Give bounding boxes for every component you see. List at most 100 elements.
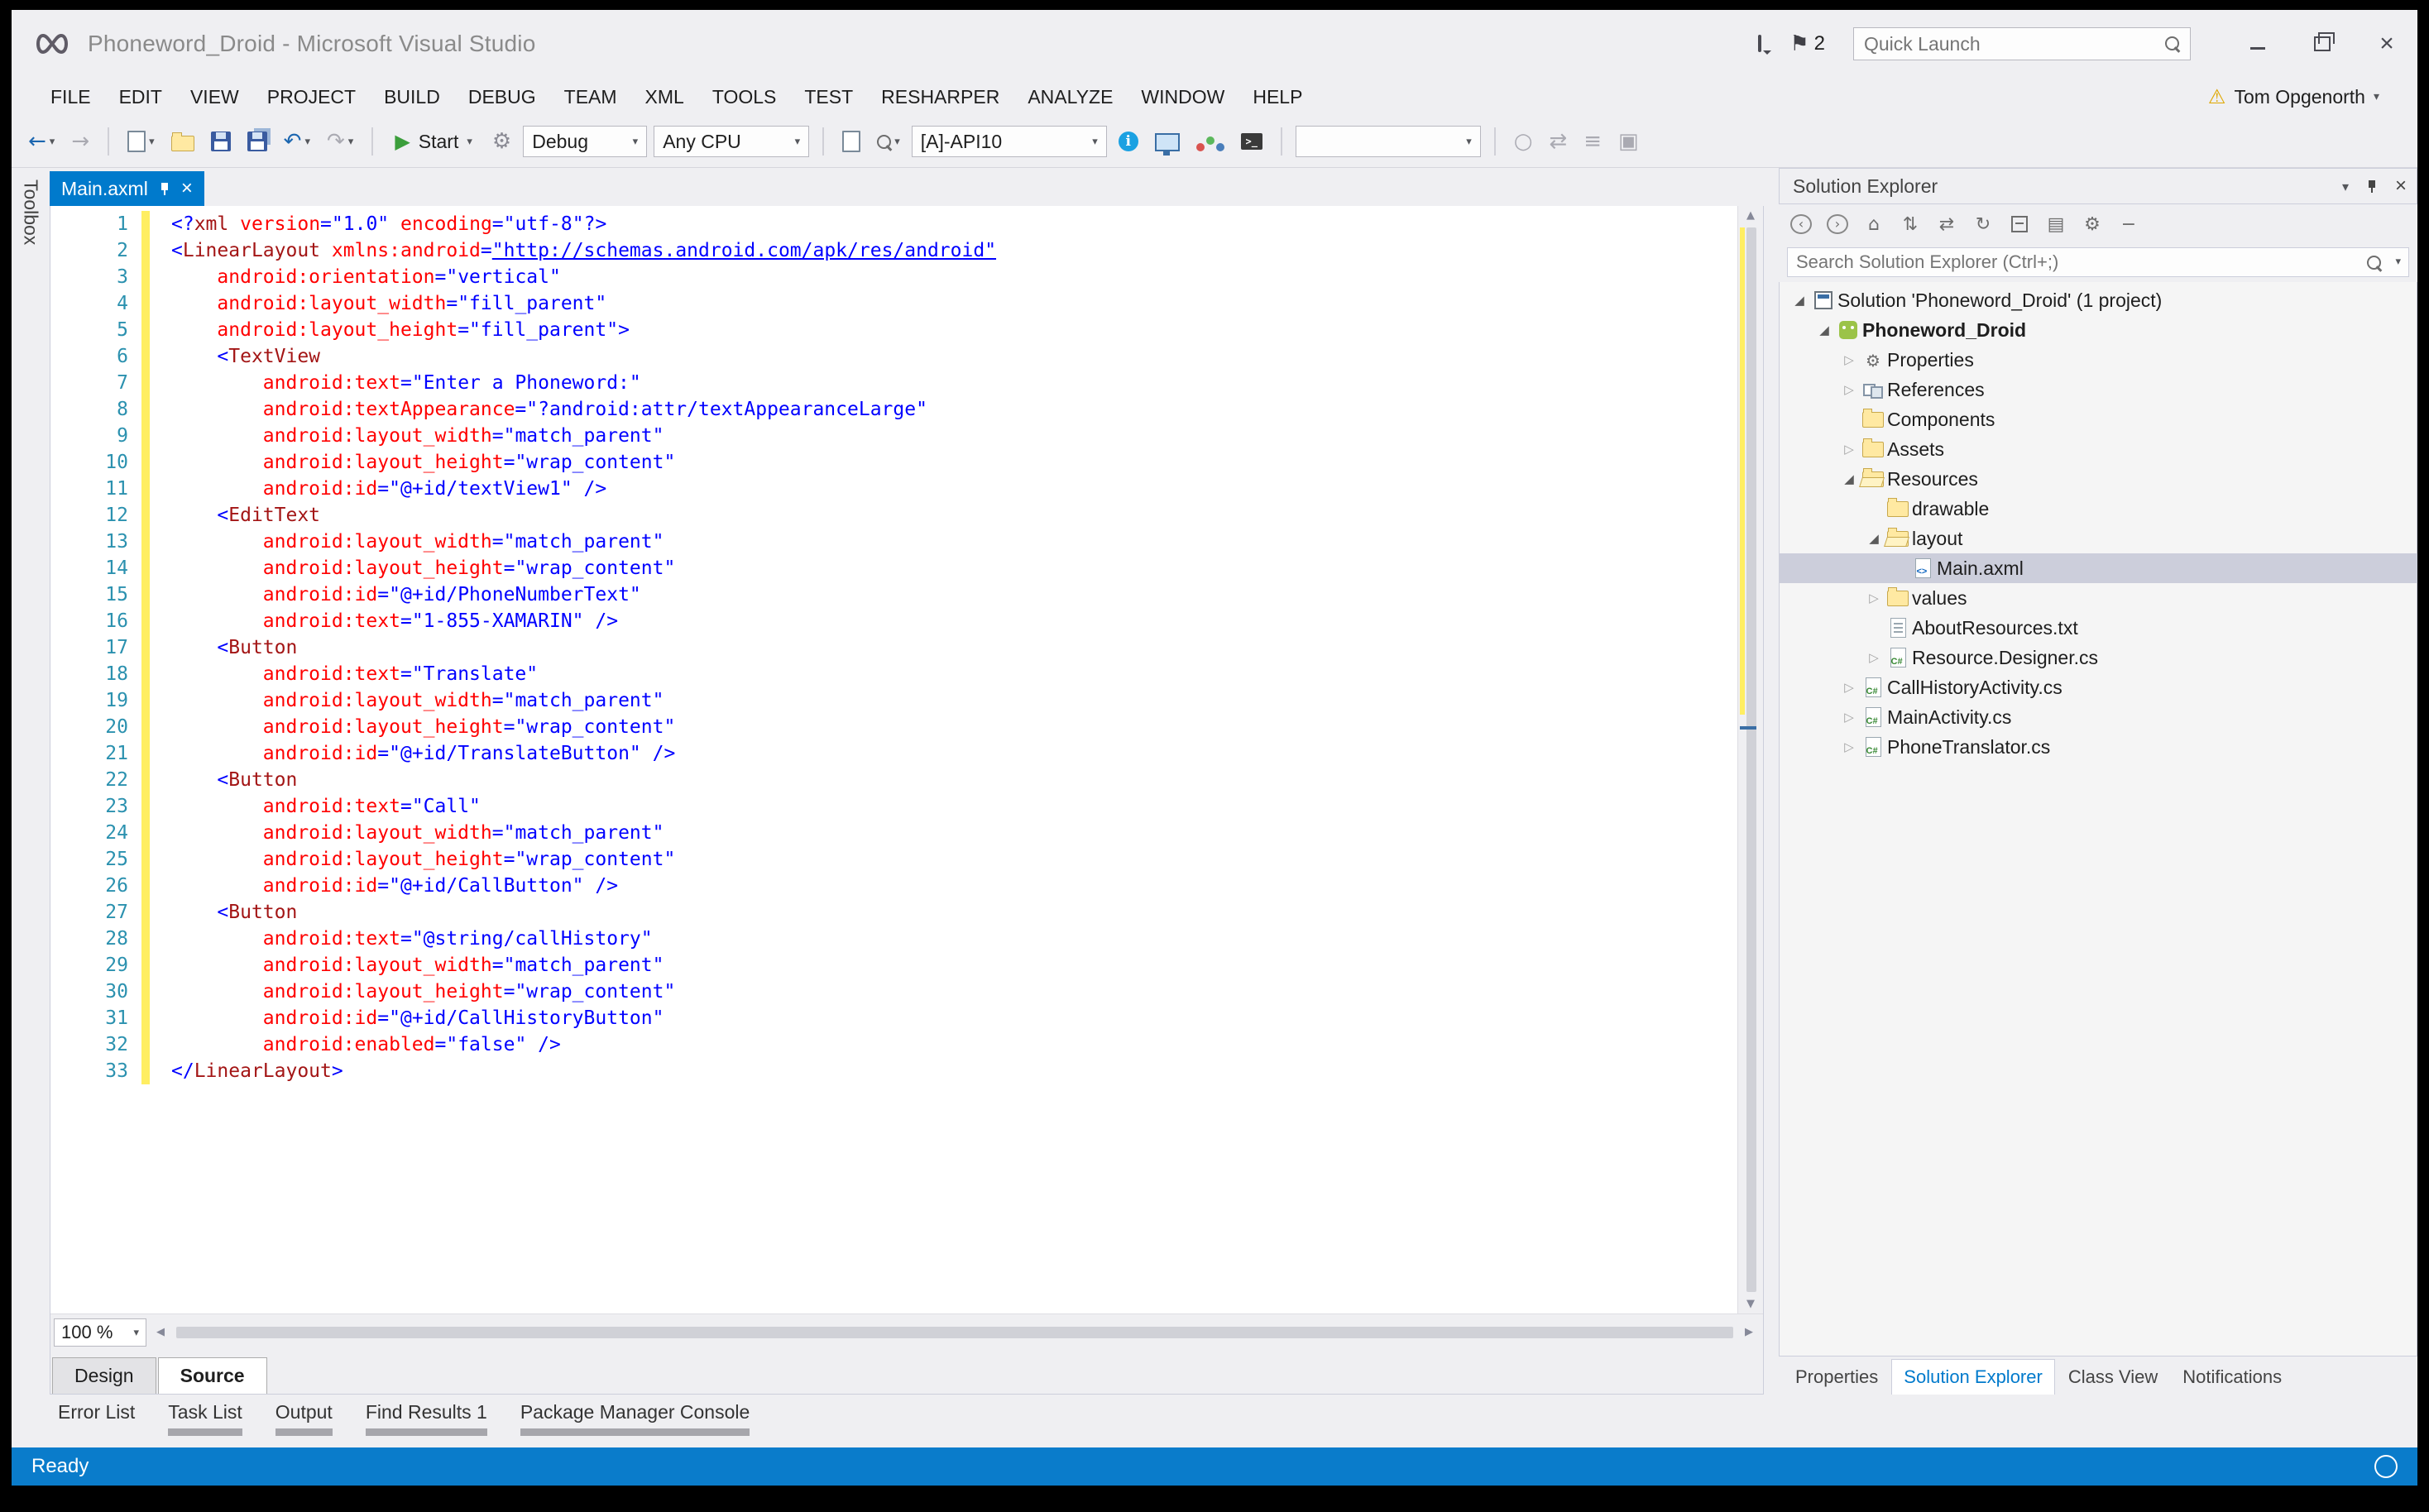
scrollbar-thumb[interactable] [176,1327,1733,1338]
collapse-arrow-icon[interactable]: ◢ [1837,471,1861,486]
menu-window[interactable]: WINDOW [1127,86,1238,108]
tree-item-resources[interactable]: ◢Resources [1780,464,2417,494]
menu-view[interactable]: VIEW [176,86,253,108]
disabled-tool-button-4[interactable]: ▣ [1613,127,1644,156]
menu-xml[interactable]: XML [631,86,698,108]
expand-arrow-icon[interactable]: ▷ [1837,680,1861,695]
expand-arrow-icon[interactable]: ▷ [1837,352,1861,367]
menu-help[interactable]: HELP [1238,86,1316,108]
code-editor[interactable]: 1<?xml version="1.0" encoding="utf-8"?>2… [50,206,1763,1313]
toolbox-tab[interactable]: Toolbox [12,168,50,1395]
code-line-25[interactable]: 25 android:layout_height="wrap_content" [50,846,1737,873]
back-circle-button[interactable]: ‹ [1790,214,1812,234]
forward-circle-button[interactable]: › [1827,214,1848,234]
code-line-6[interactable]: 6 <TextView [50,343,1737,370]
expand-arrow-icon[interactable]: ▷ [1862,591,1885,605]
tab-output[interactable]: Output [275,1401,333,1436]
tree-item-resource-designer-cs[interactable]: ▷Resource.Designer.cs [1780,643,2417,672]
code-line-12[interactable]: 12 <EditText [50,502,1737,529]
code-line-11[interactable]: 11 android:id="@+id/textView1" /> [50,476,1737,502]
sdk-manager-button[interactable] [1191,128,1229,155]
open-file-button[interactable] [166,129,199,155]
menu-edit[interactable]: EDIT [105,86,176,108]
window-position-icon[interactable]: ▾ [2342,179,2349,194]
tab-find-results-1[interactable]: Find Results 1 [366,1401,487,1436]
expand-arrow-icon[interactable]: ▷ [1837,710,1861,725]
tab-properties[interactable]: Properties [1784,1360,1890,1395]
menu-project[interactable]: PROJECT [253,86,370,108]
code-line-10[interactable]: 10 android:layout_height="wrap_content" [50,449,1737,476]
tree-item-phoneword-droid[interactable]: ◢Phoneword_Droid [1780,315,2417,345]
expand-arrow-icon[interactable]: ▷ [1837,739,1861,754]
extra-dropdown[interactable]: ▾ [1296,126,1481,157]
code-line-14[interactable]: 14 android:layout_height="wrap_content" [50,555,1737,581]
undo-button[interactable]: ↶▾ [279,127,315,156]
save-button[interactable] [206,128,236,155]
code-line-7[interactable]: 7 android:text="Enter a Phoneword:" [50,370,1737,396]
menu-analyze[interactable]: ANALYZE [1013,86,1127,108]
show-all-files-button[interactable]: ▤ [2045,213,2067,236]
refresh-button[interactable]: ↻ [1972,213,1994,236]
device-target-dropdown[interactable]: [A]-API10 ▾ [912,126,1107,157]
code-line-22[interactable]: 22 <Button [50,767,1737,793]
redo-button[interactable]: ↷▾ [322,127,358,156]
code-line-31[interactable]: 31 android:id="@+id/CallHistoryButton" [50,1005,1737,1031]
tree-item-assets[interactable]: ▷Assets [1780,434,2417,464]
scrollbar-thumb[interactable] [1746,227,1756,1292]
tab-source[interactable]: Source [158,1357,267,1394]
expand-arrow-icon[interactable]: ▷ [1837,382,1861,397]
navigate-back-button[interactable]: ←▾ [23,127,60,156]
new-file-button[interactable]: ▾ [122,127,160,156]
restore-button[interactable] [2308,31,2336,56]
console-button[interactable]: >_ [1236,130,1267,153]
code-line-29[interactable]: 29 android:layout_width="match_parent" [50,952,1737,978]
code-line-26[interactable]: 26 android:id="@+id/CallButton" /> [50,873,1737,899]
tab-error-list[interactable]: Error List [58,1401,135,1423]
menu-resharper[interactable]: RESHARPER [867,86,1013,108]
panel-splitter[interactable] [1764,168,1779,1395]
disabled-tool-button-3[interactable]: ≡ [1579,127,1607,156]
home-button[interactable]: ⌂ [1863,213,1885,236]
tree-item-references[interactable]: ▷References [1780,375,2417,404]
code-line-17[interactable]: 17 <Button [50,634,1737,661]
code-line-9[interactable]: 9 android:layout_width="match_parent" [50,423,1737,449]
code-line-8[interactable]: 8 android:textAppearance="?android:attr/… [50,396,1737,423]
code-line-5[interactable]: 5 android:layout_height="fill_parent"> [50,317,1737,343]
close-icon[interactable]: × [2395,175,2407,198]
code-line-33[interactable]: 33</LinearLayout> [50,1058,1737,1084]
code-line-28[interactable]: 28 android:text="@string/callHistory" [50,926,1737,952]
start-debugging-button[interactable]: ▶ Start ▾ [386,127,481,156]
feedback-button[interactable] [1758,36,1761,51]
code-line-15[interactable]: 15 android:id="@+id/PhoneNumberText" [50,581,1737,608]
scroll-down-icon[interactable]: ▼ [1738,1298,1763,1310]
tree-item-solution-phoneword-droid-1-project[interactable]: ◢Solution 'Phoneword_Droid' (1 project) [1780,285,2417,315]
menu-file[interactable]: FILE [36,86,105,108]
tab-design[interactable]: Design [52,1357,156,1394]
switch-views-button[interactable]: ⇅ [1900,213,1921,236]
save-all-button[interactable] [242,128,272,155]
tree-item-callhistoryactivity-cs[interactable]: ▷CallHistoryActivity.cs [1780,672,2417,702]
code-line-24[interactable]: 24 android:layout_width="match_parent" [50,820,1737,846]
tab-close-icon[interactable]: × [181,179,193,199]
code-line-16[interactable]: 16 android:text="1-855-XAMARIN" /> [50,608,1737,634]
code-line-3[interactable]: 3 android:orientation="vertical" [50,264,1737,290]
debug-target-options-button[interactable]: ⚙ [487,127,516,156]
tree-item-properties[interactable]: ▷Properties [1780,345,2417,375]
disabled-tool-button-2[interactable]: ⇄ [1544,127,1572,156]
quick-launch-input[interactable] [1853,27,2191,60]
code-line-13[interactable]: 13 android:layout_width="match_parent" [50,529,1737,555]
tree-item-layout[interactable]: ◢layout [1780,524,2417,553]
minimize-button[interactable] [2244,31,2272,56]
zoom-dropdown[interactable]: 100 % ▾ [54,1318,146,1347]
close-button[interactable]: × [2373,31,2401,56]
sync-with-active-document-button[interactable]: ⇄ [1936,213,1957,236]
tree-item-main-axml[interactable]: Main.axml [1780,553,2417,583]
tree-item-mainactivity-cs[interactable]: ▷MainActivity.cs [1780,702,2417,732]
chevron-down-icon[interactable]: ▾ [2395,256,2401,268]
expand-arrow-icon[interactable]: ▷ [1862,650,1885,665]
tree-item-phonetranslator-cs[interactable]: ▷PhoneTranslator.cs [1780,732,2417,762]
code-line-30[interactable]: 30 android:layout_height="wrap_content" [50,978,1737,1005]
solution-search-input[interactable] [1787,247,2409,277]
tree-item-components[interactable]: Components [1780,404,2417,434]
menu-debug[interactable]: DEBUG [454,86,550,108]
